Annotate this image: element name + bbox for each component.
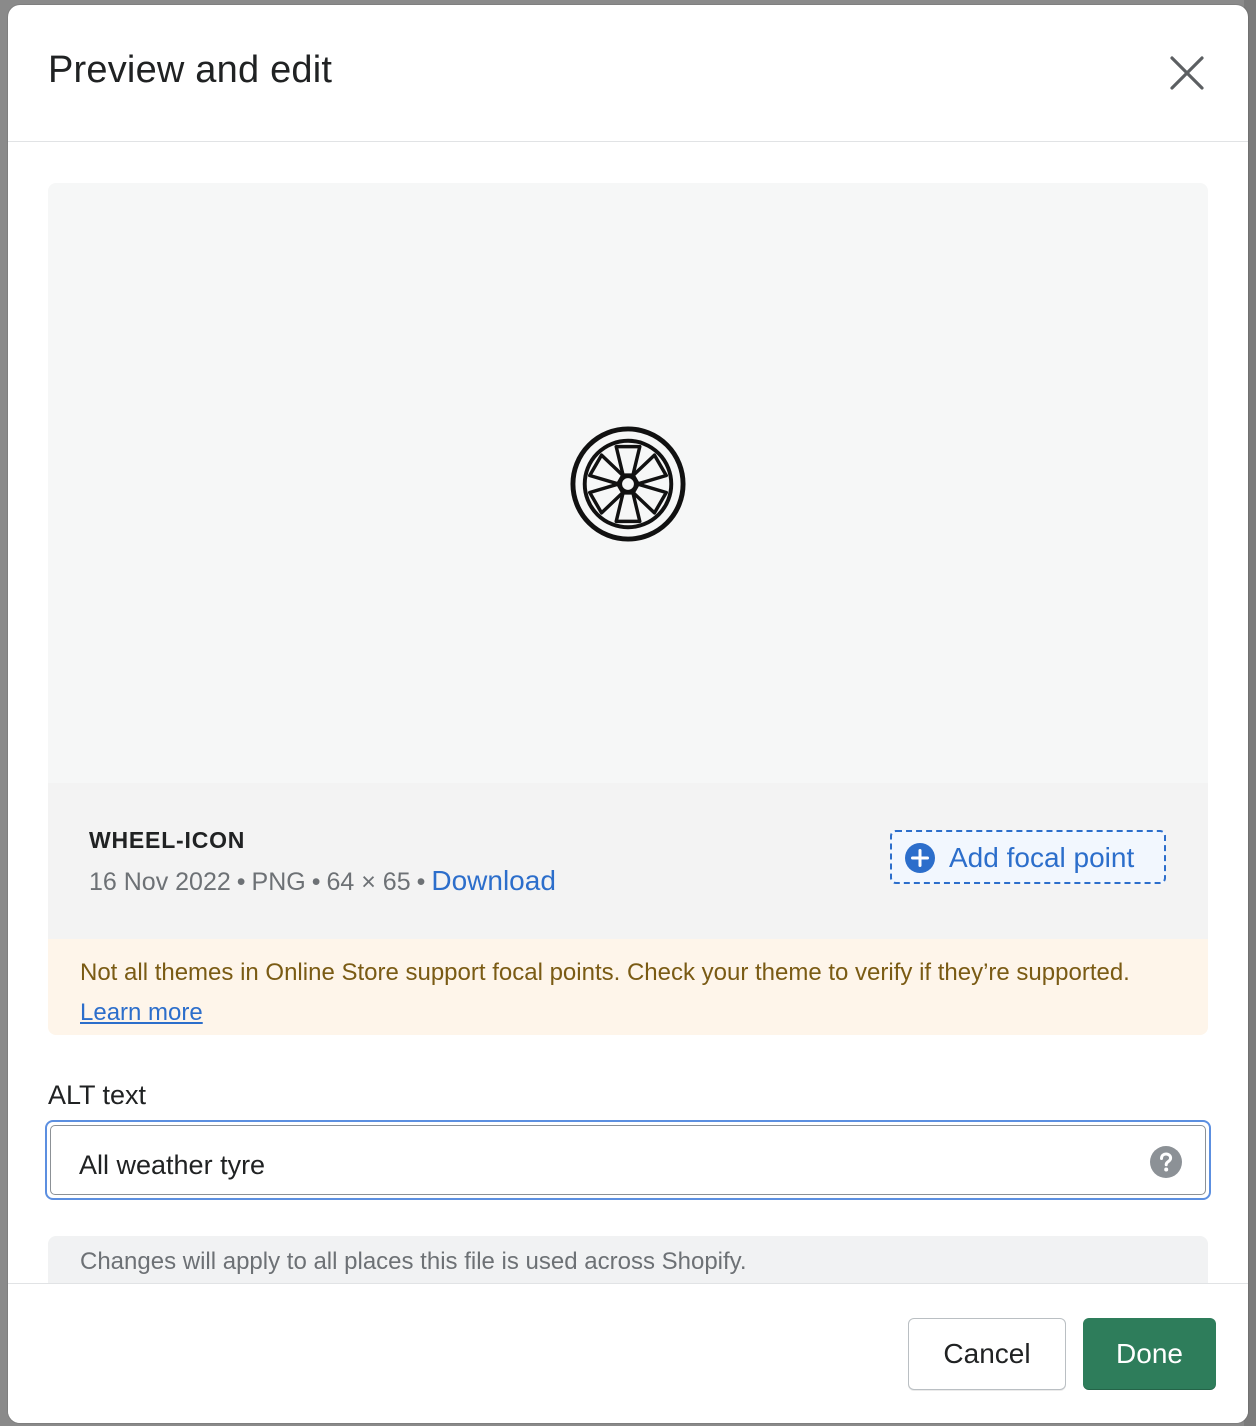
download-link[interactable]: Download xyxy=(431,865,556,896)
meta-separator: • xyxy=(236,868,246,896)
meta-separator: • xyxy=(311,868,321,896)
preview-edit-modal: Preview and edit WHEEL-ICON 16 Nov 2022 … xyxy=(8,5,1248,1423)
close-button[interactable] xyxy=(1164,50,1210,96)
question-circle-icon[interactable] xyxy=(1149,1145,1183,1179)
file-date: 16 Nov 2022 xyxy=(89,868,231,896)
add-focal-point-label: Add focal point xyxy=(949,842,1135,873)
meta-separator: • xyxy=(416,868,426,896)
plus-circle-icon xyxy=(905,843,935,873)
done-button[interactable]: Done xyxy=(1083,1318,1216,1390)
warning-text: Not all themes in Online Store support f… xyxy=(80,953,1160,1033)
file-info-panel: WHEEL-ICON 16 Nov 2022 • PNG • 64 × 65 • Downl… xyxy=(48,783,1208,939)
wheel-icon xyxy=(570,426,686,542)
file-dimensions: 64 × 65 xyxy=(326,868,411,896)
close-icon xyxy=(1170,56,1204,90)
file-name: WHEEL-ICON xyxy=(89,827,246,853)
modal-title: Preview and edit xyxy=(48,49,333,91)
alt-text-field-inner xyxy=(50,1125,1206,1195)
add-focal-point-button[interactable]: Add focal point xyxy=(890,830,1166,884)
alt-text-label: ALT text xyxy=(48,1080,147,1110)
cancel-button[interactable]: Cancel xyxy=(908,1318,1066,1390)
modal-footer: Cancel Done xyxy=(8,1283,1248,1423)
image-preview xyxy=(48,183,1208,783)
file-meta: 16 Nov 2022 • PNG • 64 × 65 • Download xyxy=(89,865,556,897)
usage-note-text: Changes will apply to all places this fi… xyxy=(80,1248,747,1275)
modal-header: Preview and edit xyxy=(8,5,1248,142)
warning-message: Not all themes in Online Store support f… xyxy=(80,959,1130,986)
focal-point-warning: Not all themes in Online Store support f… xyxy=(48,939,1208,1035)
alt-text-field xyxy=(45,1120,1211,1200)
file-type: PNG xyxy=(251,868,306,896)
learn-more-link[interactable]: Learn more xyxy=(80,999,203,1026)
alt-text-input[interactable] xyxy=(77,1144,1121,1186)
